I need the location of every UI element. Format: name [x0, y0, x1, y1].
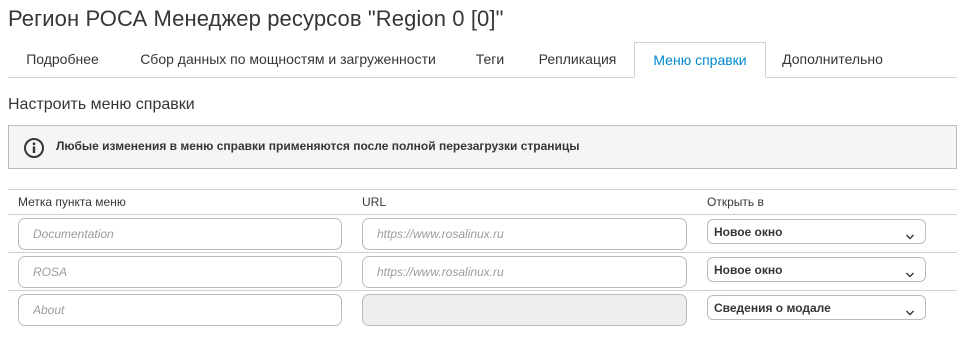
open-in-value: Сведения о модале	[714, 301, 831, 315]
chevron-down-icon	[905, 266, 915, 278]
open-in-select[interactable]: Новое окно	[707, 219, 926, 244]
tab-label: Подробнее	[26, 51, 99, 67]
tab-label: Сбор данных по мощностям и загруженности	[140, 51, 436, 67]
tab-capacity-utilization[interactable]: Сбор данных по мощностям и загруженности	[117, 42, 459, 78]
menu-label-input[interactable]	[18, 256, 342, 288]
table-row: Сведения о модале	[8, 291, 957, 329]
url-input[interactable]	[362, 218, 687, 250]
column-header-open-in: Открыть в	[707, 195, 764, 209]
tab-details[interactable]: Подробнее	[8, 42, 117, 78]
tab-label: Репликация	[538, 51, 617, 67]
url-input-disabled	[362, 294, 687, 326]
table-row: Новое окно	[8, 215, 957, 253]
menu-label-input[interactable]	[18, 294, 342, 326]
open-in-value: Новое окно	[714, 263, 783, 277]
tab-label: Меню справки	[653, 52, 747, 68]
tab-help-menu[interactable]: Меню справки	[634, 42, 766, 78]
tab-advanced[interactable]: Дополнительно	[766, 42, 899, 78]
chevron-down-icon	[905, 228, 915, 240]
open-in-select[interactable]: Новое окно	[707, 257, 926, 282]
tab-tags[interactable]: Теги	[459, 42, 521, 78]
tab-label: Теги	[475, 51, 505, 67]
help-menu-table: Метка пункта меню URL Открыть в Новое ок…	[8, 189, 957, 329]
page-title: Регион РОСА Менеджер ресурсов "Region 0 …	[8, 6, 504, 31]
chevron-down-icon	[905, 304, 915, 316]
info-circle-icon	[23, 137, 45, 159]
alert-text: Любые изменения в меню справки применяют…	[56, 139, 580, 153]
table-row: Новое окно	[8, 253, 957, 291]
info-alert: Любые изменения в меню справки применяют…	[8, 125, 957, 169]
tab-replication[interactable]: Репликация	[521, 42, 634, 78]
url-input[interactable]	[362, 256, 687, 288]
column-header-url: URL	[362, 195, 387, 209]
open-in-select[interactable]: Сведения о модале	[707, 295, 926, 320]
column-header-label: Метка пункта меню	[18, 195, 126, 209]
table-header: Метка пункта меню URL Открыть в	[8, 190, 957, 215]
open-in-value: Новое окно	[714, 225, 783, 239]
tab-label: Дополнительно	[782, 51, 883, 67]
tab-bar: Подробнее Сбор данных по мощностям и заг…	[8, 42, 957, 78]
menu-label-input[interactable]	[18, 218, 342, 250]
section-title: Настроить меню справки	[8, 96, 195, 113]
